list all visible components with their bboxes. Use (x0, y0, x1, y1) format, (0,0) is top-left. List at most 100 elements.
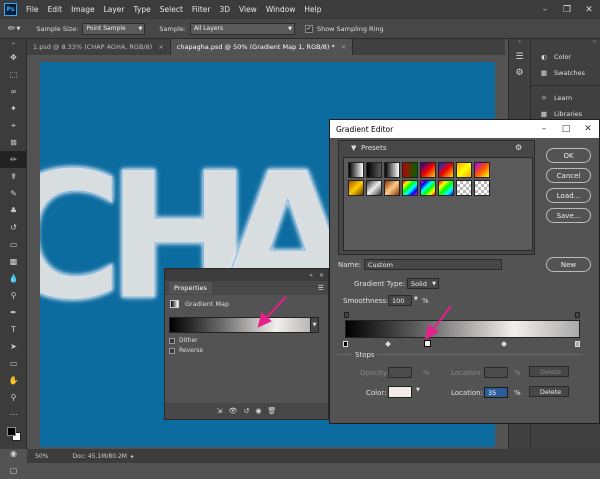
menu-view[interactable]: View (239, 5, 257, 14)
menu-layer[interactable]: Layer (104, 5, 125, 14)
collapse-icon[interactable]: » (531, 39, 600, 49)
gradient-type-select[interactable]: Solid ▼ (407, 278, 439, 289)
preset-swatch[interactable] (366, 162, 382, 178)
history-icon[interactable]: ☰ (509, 49, 530, 65)
menu-select[interactable]: Select (160, 5, 183, 14)
smoothness-input[interactable]: 100 (388, 295, 412, 306)
stop-color-swatch[interactable] (388, 386, 412, 398)
preset-swatch[interactable] (438, 180, 454, 196)
brush-tool-icon[interactable]: ✎ (0, 185, 27, 202)
sample-select[interactable]: All Layers ▼ (189, 22, 295, 35)
lasso-tool-icon[interactable]: ∞ (0, 83, 27, 100)
opacity-stop-left[interactable] (344, 312, 349, 318)
preset-swatch[interactable] (348, 162, 364, 178)
delete-button-color[interactable]: Delete (529, 386, 569, 397)
preset-swatch[interactable] (456, 162, 472, 178)
tab-properties[interactable]: Properties (169, 282, 212, 294)
close-icon[interactable]: ✕ (578, 0, 600, 19)
gradient-preview-bar[interactable] (345, 320, 580, 338)
panel-swatches[interactable]: ▦ Swatches (531, 65, 600, 81)
delete-button-opacity[interactable]: Delete (529, 366, 569, 377)
menu-window[interactable]: Window (266, 5, 296, 14)
show-sampling-ring-checkbox[interactable]: ✓ (304, 24, 313, 33)
eyedropper-tool-icon[interactable]: ✏ (0, 151, 27, 168)
rectangle-tool-icon[interactable]: ▭ (0, 355, 27, 372)
color-stop-selected[interactable] (424, 340, 431, 347)
preset-swatch[interactable] (438, 162, 454, 178)
minimize-icon[interactable]: – (533, 120, 555, 138)
zoom-level[interactable]: 50% (35, 453, 48, 460)
menu-type[interactable]: Type (134, 5, 151, 14)
reverse-checkbox[interactable] (169, 347, 175, 354)
marquee-tool-icon[interactable]: ⬚ (0, 66, 27, 83)
midpoint-diamond[interactable] (501, 341, 507, 347)
menu-filter[interactable]: Filter (192, 5, 211, 14)
menu-3d[interactable]: 3D (219, 5, 230, 14)
sample-size-select[interactable]: Point Sample ▼ (82, 22, 146, 35)
color-swatches-icon[interactable] (0, 423, 27, 445)
quick-select-tool-icon[interactable]: ✦ (0, 100, 27, 117)
frame-tool-icon[interactable]: ⊠ (0, 134, 27, 151)
preset-swatch[interactable] (384, 162, 400, 178)
location-input[interactable]: 35 (484, 387, 508, 398)
view-previous-icon[interactable]: 👁 (229, 407, 238, 415)
chevron-right-icon[interactable]: ▸ (131, 453, 134, 460)
path-select-tool-icon[interactable]: ➤ (0, 338, 27, 355)
maximize-icon[interactable]: □ (555, 120, 577, 138)
panel-menu-icon[interactable]: ☰ (318, 284, 324, 292)
preset-swatch[interactable] (402, 180, 418, 196)
preset-swatch[interactable] (474, 162, 490, 178)
type-tool-icon[interactable]: T (0, 321, 27, 338)
move-tool-icon[interactable]: ✥ (0, 49, 27, 66)
stamp-tool-icon[interactable]: ♣ (0, 202, 27, 219)
preset-swatch[interactable] (384, 180, 400, 196)
cancel-button[interactable]: Cancel (546, 168, 591, 183)
menu-file[interactable]: File (26, 5, 39, 14)
ok-button[interactable]: OK (546, 148, 591, 163)
gear-icon[interactable]: ⚙ (515, 143, 522, 152)
collapse-icon[interactable]: « (309, 272, 313, 279)
menu-edit[interactable]: Edit (48, 5, 63, 14)
hand-tool-icon[interactable]: ✋ (0, 372, 27, 389)
preset-swatch[interactable] (366, 180, 382, 196)
visibility-icon[interactable]: ◉ (255, 407, 261, 415)
opacity-input[interactable] (388, 367, 412, 378)
crop-tool-icon[interactable]: ⌖ (0, 117, 27, 134)
zoom-tool-icon[interactable]: ⚲ (0, 389, 27, 406)
preset-swatch[interactable] (402, 162, 418, 178)
chevron-down-icon[interactable]: ▼ (414, 296, 418, 302)
location-input-top[interactable] (484, 367, 508, 378)
color-stop-black[interactable] (343, 341, 348, 347)
save-button[interactable]: Save... (546, 208, 591, 223)
screen-mode-icon[interactable]: ▢ (0, 462, 27, 479)
load-button[interactable]: Load... (546, 188, 591, 203)
chevron-down-icon[interactable]: ▼ (310, 317, 319, 333)
dodge-tool-icon[interactable]: ⚲ (0, 287, 27, 304)
properties-icon[interactable]: ⚙ (509, 65, 530, 81)
quick-mask-icon[interactable]: ◉ (0, 445, 27, 462)
gradient-map-preview[interactable] (169, 317, 319, 333)
close-icon[interactable]: × (158, 43, 163, 51)
eyedropper-icon[interactable]: ✏ (8, 24, 16, 34)
reset-icon[interactable]: ↺ (243, 407, 249, 415)
menu-image[interactable]: Image (71, 5, 95, 14)
tab-document-2[interactable]: chapagha.psd @ 50% (Gradient Map 1, RGB/… (170, 39, 354, 55)
eraser-tool-icon[interactable]: ▭ (0, 236, 27, 253)
panel-learn[interactable]: ☼ Learn (531, 90, 600, 106)
clip-to-layer-icon[interactable]: ⇲ (217, 407, 223, 415)
blur-tool-icon[interactable]: 💧 (0, 270, 27, 287)
chevron-down-icon[interactable]: ▼ (416, 387, 420, 393)
opacity-stop-right[interactable] (575, 312, 580, 318)
panel-color[interactable]: ◐ Color (531, 49, 600, 65)
delete-icon[interactable]: 🗑 (267, 407, 276, 415)
preset-swatch[interactable] (420, 180, 436, 196)
gradient-tool-icon[interactable]: ▩ (0, 253, 27, 270)
preset-swatch[interactable] (348, 180, 364, 196)
color-stop-gray[interactable] (575, 341, 580, 347)
pen-tool-icon[interactable]: ✒ (0, 304, 27, 321)
midpoint-diamond[interactable] (385, 341, 391, 347)
collapse-icon[interactable]: « (509, 39, 530, 49)
minimize-icon[interactable]: – (534, 0, 556, 19)
menu-help[interactable]: Help (304, 5, 321, 14)
close-icon[interactable]: ✕ (577, 120, 599, 138)
